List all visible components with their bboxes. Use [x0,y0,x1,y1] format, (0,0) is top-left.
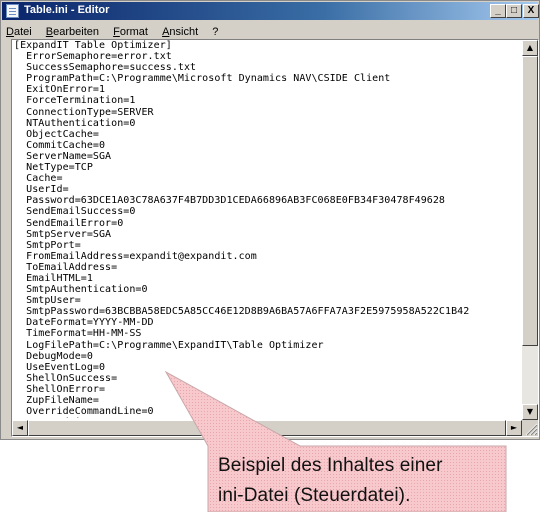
editor-line: Password=63DCE1A03C78A637F4B7DD3D1CEDA66… [14,195,446,207]
editor-line: DateFormat=YYYY-MM-DD [14,317,154,329]
close-button[interactable]: X [523,4,539,18]
text-editor[interactable]: [ExpandIT Table Optimizer] ErrorSemaphor… [11,39,539,437]
scroll-up-button[interactable]: ▲ [522,40,538,56]
vertical-scrollbar[interactable]: ▲ ▼ [522,40,538,420]
title-bar[interactable]: Table.ini - Editor _ □ X [2,2,539,20]
editor-line: OverrideCommandLine=0 [14,406,154,418]
menu-format[interactable]: Format [109,23,153,38]
editor-line: SendEmailSuccess=0 [14,206,136,218]
editor-line: SmtpAuthentication=0 [14,284,148,296]
editor-line: NetType=TCP [14,162,93,174]
menu-datei[interactable]: Datei [2,23,37,38]
editor-line: CommandLine= [14,417,522,418]
editor-line: Cache= [14,173,63,185]
editor-line: ForceTermination=1 [14,95,136,107]
editor-line: [ExpandIT Table Optimizer] [14,40,172,51]
horizontal-scroll-thumb[interactable] [28,420,506,436]
editor-line: ServerName=SGA [14,150,112,162]
notepad-window: Table.ini - Editor _ □ X Datei Bearbeite… [0,0,540,440]
callout-text: Beispiel des Inhaltes einer ini-Datei (S… [218,451,500,511]
editor-line: SmtpPort= [14,239,81,251]
editor-line: ShellOnError= [14,383,106,395]
editor-line: UserId= [14,184,69,196]
menu-ansicht[interactable]: Ansicht [158,23,203,38]
editor-line: LogFilePath=C:\Programme\ExpandIT\Table … [14,339,324,351]
editor-line: SmtpServer=SGA [14,228,112,240]
editor-line: ToEmailAddress= [14,261,118,273]
editor-line: ProgramPath=C:\Programme\Microsoft Dynam… [14,73,391,85]
scroll-down-button[interactable]: ▼ [522,404,538,420]
editor-line: ZupFileName= [14,395,99,406]
editor-line: FromEmailAddress=expandit@expandit.com [14,250,257,262]
notepad-icon [6,4,19,18]
editor-line: SmtpUser= [14,295,81,307]
horizontal-scrollbar[interactable]: ◄ ► [12,420,522,436]
editor-line: SuccessSemaphore=success.txt [14,62,197,74]
vertical-scroll-thumb[interactable] [522,56,538,346]
editor-line: ObjectCache= [14,128,99,140]
editor-line: CommitCache=0 [14,139,106,151]
editor-text[interactable]: [ExpandIT Table Optimizer] ErrorSemaphor… [14,40,522,418]
editor-line: UseEventLog=0 [14,361,106,373]
callout-line-1: Beispiel des Inhaltes einer [218,455,443,476]
window-title: Table.ini - Editor [24,4,110,16]
maximize-button[interactable]: □ [506,4,522,18]
callout-line-2: ini-Datei (Steuerdatei). [218,485,411,506]
menu-help[interactable]: ? [208,23,223,38]
editor-line: ShellOnSuccess= [14,372,118,384]
editor-line: ExitOnError=1 [14,84,106,96]
resize-grip-icon [525,423,538,436]
editor-line: TimeFormat=HH-MM-SS [14,328,142,340]
editor-line: SendEmailError=0 [14,217,124,229]
menu-bar: Datei Bearbeiten Format Ansicht ? [2,20,538,38]
editor-line: ErrorSemaphore=error.txt [14,51,172,63]
scroll-right-button[interactable]: ► [506,420,522,436]
scroll-left-button[interactable]: ◄ [12,420,28,436]
editor-line: ConnectionType=SERVER [14,106,154,118]
menu-bearbeiten[interactable]: Bearbeiten [42,23,104,38]
editor-line: SmtpPassword=63BCBBA58EDC5A85CC46E12D8B9… [14,306,470,318]
editor-line: NTAuthentication=0 [14,117,136,129]
editor-line: EmailHTML=1 [14,272,93,284]
editor-line: DebugMode=0 [14,350,93,362]
minimize-button[interactable]: _ [490,4,506,18]
resize-grip[interactable] [522,420,538,436]
